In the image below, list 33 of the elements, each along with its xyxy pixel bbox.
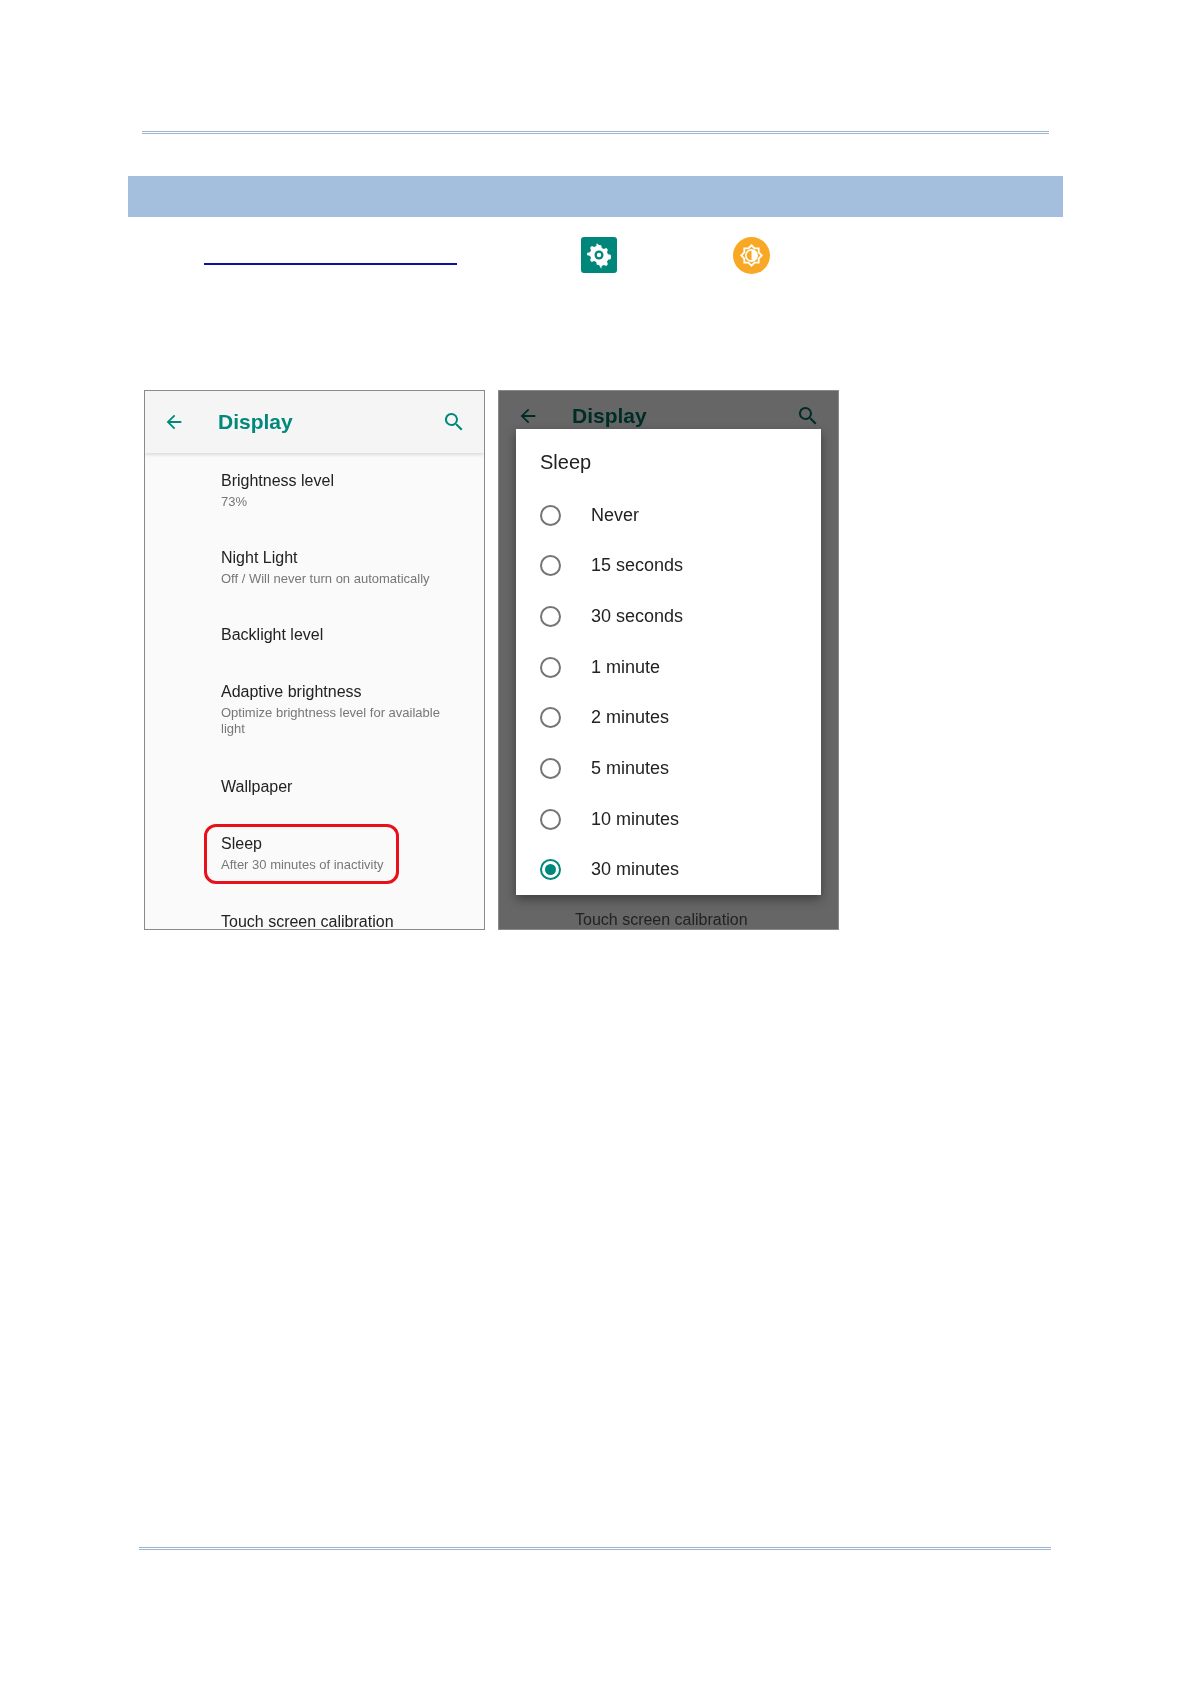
dialog-title: Sleep — [540, 451, 593, 474]
settings-icon — [581, 237, 617, 273]
screen-title: Display — [572, 404, 648, 428]
setting-title[interactable]: Wallpaper — [221, 778, 293, 796]
option-label[interactable]: 10 minutes — [591, 808, 680, 830]
radio-button[interactable] — [540, 504, 561, 526]
setting-summary: Optimize brightness level for available light — [221, 705, 441, 738]
setting-summary: After 30 minutes of inactivity — [221, 857, 384, 874]
option-label[interactable]: 5 minutes — [591, 757, 670, 779]
option-label[interactable]: Never — [591, 504, 639, 526]
setting-title[interactable]: Night Light — [221, 549, 430, 567]
radio-button[interactable] — [540, 859, 561, 881]
brightness-icon — [733, 237, 770, 274]
option-label[interactable]: 30 seconds — [591, 606, 684, 628]
radio-button[interactable] — [540, 707, 561, 729]
setting-summary: 73% — [221, 494, 249, 511]
setting-summary: Off / Will never turn on automatically — [221, 571, 430, 588]
setting-title[interactable]: Sleep — [221, 835, 384, 853]
setting-title[interactable]: Brightness level — [221, 472, 334, 490]
radio-button[interactable] — [540, 808, 561, 830]
radio-button[interactable] — [540, 555, 561, 577]
option-label[interactable]: 1 minute — [591, 656, 661, 678]
radio-button[interactable] — [540, 757, 561, 779]
setting-title[interactable]: Touch screen calibration — [221, 913, 394, 929]
option-label[interactable]: 30 minutes — [591, 859, 680, 881]
setting-title[interactable]: Backlight level — [221, 626, 324, 644]
setting-title[interactable]: Adaptive brightness — [221, 683, 443, 701]
radio-button[interactable] — [540, 656, 561, 678]
option-label[interactable]: 15 seconds — [591, 555, 684, 577]
screen-title: Display — [218, 410, 294, 434]
radio-button[interactable] — [540, 606, 561, 628]
setting-title: Touch screen calibration — [575, 911, 748, 929]
option-label[interactable]: 2 minutes — [591, 707, 670, 729]
